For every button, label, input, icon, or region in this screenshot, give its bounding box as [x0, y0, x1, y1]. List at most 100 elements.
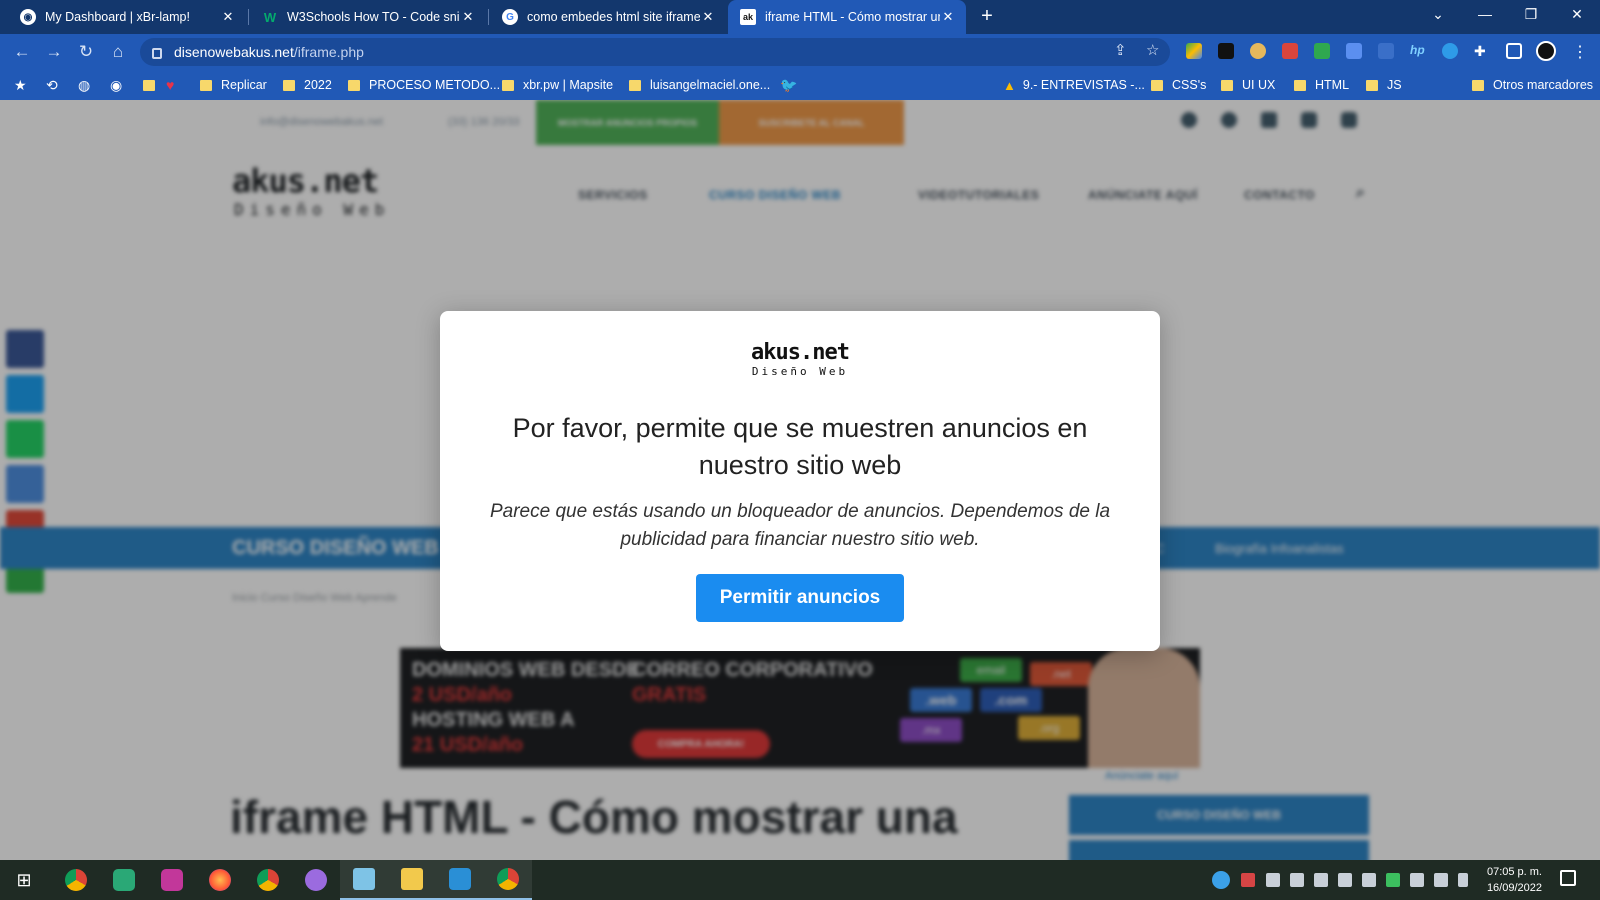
tab-google-search[interactable]: G como embedes html site iframe - Buscar…	[490, 0, 726, 34]
taskbar-file-explorer[interactable]	[388, 860, 436, 900]
extension-circle-icon[interactable]	[1442, 43, 1458, 59]
bookmark-label: JS	[1387, 78, 1402, 92]
share-icon[interactable]: ⇪	[1114, 41, 1127, 59]
folder-icon	[401, 868, 423, 890]
minimize-button[interactable]: —	[1470, 6, 1500, 22]
tray-chat-icon[interactable]	[1290, 873, 1304, 887]
vscode-icon	[449, 868, 471, 890]
extension-badge-icon[interactable]	[1378, 43, 1394, 59]
tray-lock-icon[interactable]	[1338, 873, 1352, 887]
bookmark-proceso[interactable]: PROCESO METODO...	[348, 76, 500, 94]
bookmark-html[interactable]: HTML	[1294, 76, 1349, 94]
clock-time: 07:05 p. m.	[1486, 866, 1542, 878]
taskbar-github[interactable]	[292, 860, 340, 900]
taskbar-vscode[interactable]	[436, 860, 484, 900]
help-icon[interactable]	[1212, 871, 1230, 889]
tab-iframe-html[interactable]: ak iframe HTML - Cómo mostrar una página…	[728, 0, 966, 34]
bookmark-label: UI UX	[1242, 78, 1276, 92]
star-icon[interactable]: ☆	[1146, 41, 1159, 59]
app-purple-icon	[161, 869, 183, 891]
notepad-icon	[353, 868, 375, 890]
google-drive-icon: ▲	[1003, 77, 1016, 93]
url-path: /iframe.php	[293, 44, 364, 60]
taskbar-chrome[interactable]	[52, 860, 100, 900]
folder-icon	[502, 79, 514, 91]
mail-extension-icon[interactable]	[1218, 43, 1234, 59]
windows-icon: ⊞	[16, 869, 32, 890]
modal-title: Por favor, permite que se muestren anunc…	[512, 413, 1088, 480]
twitter-icon[interactable]: 🐦	[780, 76, 797, 94]
close-icon[interactable]: ✕	[940, 9, 956, 25]
taskbar-app-green[interactable]	[100, 860, 148, 900]
google-drive-icon[interactable]	[1186, 43, 1202, 59]
tray-usb-icon[interactable]	[1314, 873, 1328, 887]
heart-icon[interactable]: ♥	[166, 76, 174, 94]
tray-person-icon[interactable]	[1266, 873, 1280, 887]
tray-display-icon[interactable]	[1410, 873, 1424, 887]
cookie-icon[interactable]	[1250, 43, 1266, 59]
tab-my-dashboard[interactable]: ◉ My Dashboard | xBr-lamp! ✕	[8, 0, 246, 34]
history-icon[interactable]: ⟲	[46, 76, 58, 94]
folder-icon	[1294, 79, 1306, 91]
allow-ads-button[interactable]: Permitir anuncios	[696, 574, 904, 622]
extension-shield-icon[interactable]	[1314, 43, 1330, 59]
modal-message: Parece que estás usando un bloqueador de…	[489, 501, 1111, 550]
home-button[interactable]: ⌂	[107, 41, 129, 63]
tray-red-icon[interactable]	[1241, 873, 1255, 887]
tab-title: iframe HTML - Cómo mostrar una página we…	[765, 10, 940, 24]
folder-icon	[629, 79, 641, 91]
profile-avatar[interactable]	[1536, 41, 1556, 61]
bookmark-css[interactable]: CSS's	[1151, 76, 1206, 94]
taskbar-chrome-2[interactable]	[244, 860, 292, 900]
translate-icon[interactable]	[1346, 43, 1362, 59]
close-icon[interactable]: ✕	[220, 9, 236, 25]
bookmark-luisangel[interactable]: luisangelmaciel.one...	[629, 76, 770, 94]
tray-shield-icon[interactable]	[1362, 873, 1376, 887]
modal-logo: akus.net Diseño Web	[440, 341, 1160, 379]
menu-icon[interactable]: ⋮	[1572, 42, 1588, 62]
notification-icon[interactable]	[1560, 870, 1576, 886]
globe-dark-icon[interactable]: ◉	[110, 76, 122, 94]
tab-w3schools[interactable]: W W3Schools How TO - Code snippets ✕	[250, 0, 486, 34]
bookmark-label: xbr.pw | Mapsite	[523, 78, 614, 92]
tab-title: como embedes html site iframe - Buscar c…	[527, 10, 700, 24]
tray-check-icon[interactable]	[1386, 873, 1400, 887]
back-button[interactable]: ←	[11, 41, 33, 63]
bookmark-xbr[interactable]: xbr.pw | Mapsite	[502, 76, 613, 94]
bookmark-uiux[interactable]: UI UX	[1221, 76, 1275, 94]
folder-icon	[283, 79, 295, 91]
side-panel-icon[interactable]	[1506, 43, 1522, 59]
wifi-icon[interactable]	[1434, 873, 1448, 887]
taskbar-notepad[interactable]	[340, 860, 388, 900]
hp-icon[interactable]: hp	[1410, 43, 1426, 59]
taskbar-app-purple[interactable]	[148, 860, 196, 900]
taskbar-chrome-active[interactable]	[484, 860, 532, 900]
bookmark-otros[interactable]: Otros marcadores	[1472, 76, 1593, 94]
start-button[interactable]: ⊞	[0, 860, 48, 900]
bookmark-entrevistas[interactable]: ▲ 9.- ENTREVISTAS -...	[1003, 76, 1145, 94]
lock-icon[interactable]	[152, 47, 162, 59]
bookmark-replicar[interactable]: Replicar	[200, 76, 267, 94]
extension-red-icon[interactable]	[1282, 43, 1298, 59]
google-icon: G	[502, 9, 518, 25]
bookmark-2022[interactable]: 2022	[283, 76, 332, 94]
chrome-icon	[65, 869, 87, 891]
bookmarks-star-icon[interactable]: ★	[14, 76, 27, 94]
folder-icon[interactable]	[143, 76, 164, 94]
tab-search-icon[interactable]: ⌄	[1423, 6, 1453, 23]
taskbar-firefox[interactable]	[196, 860, 244, 900]
url-text: disenowebakus.net/iframe.php	[174, 44, 364, 60]
tab-separator	[488, 9, 489, 25]
close-icon[interactable]: ✕	[700, 9, 716, 25]
address-bar[interactable]: disenowebakus.net/iframe.php	[140, 38, 1170, 66]
restore-button[interactable]: ❐	[1516, 6, 1546, 23]
puzzle-icon[interactable]: ✚	[1474, 43, 1490, 59]
close-icon[interactable]: ✕	[460, 9, 476, 25]
forward-button[interactable]: →	[43, 41, 65, 63]
system-clock[interactable]: 07:05 p. m. 16/09/2022	[1462, 864, 1542, 896]
reload-button[interactable]: ↻	[75, 41, 97, 63]
globe-icon[interactable]: ◍	[78, 76, 90, 94]
bookmark-js[interactable]: JS	[1366, 76, 1402, 94]
close-window-button[interactable]: ✕	[1562, 6, 1592, 23]
new-tab-button[interactable]: +	[975, 5, 999, 28]
